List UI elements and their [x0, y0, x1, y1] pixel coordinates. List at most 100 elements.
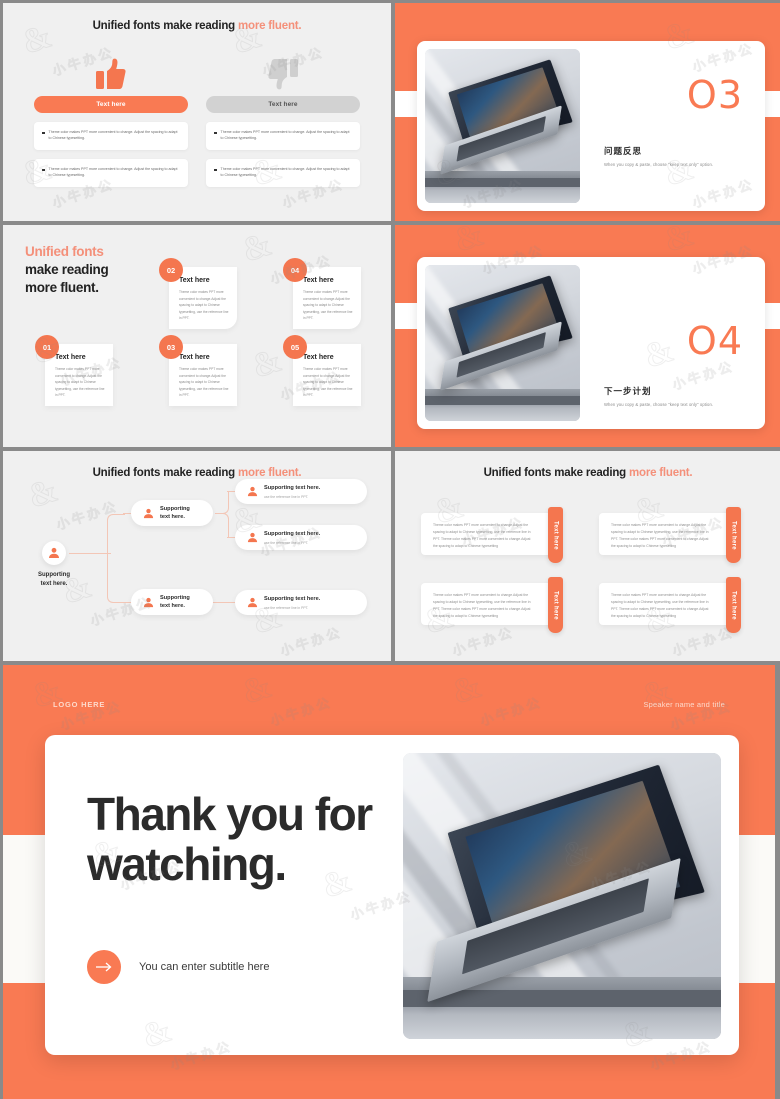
section-text-area: O4 下一步计划 When you copy & paste, choose "… [588, 257, 765, 429]
tree-connector [107, 553, 125, 603]
tree-connector [69, 553, 111, 554]
tree-branch-label: Supporting text here. [160, 594, 190, 609]
bullet-dot-icon [214, 168, 217, 171]
tree-leaf-sub: use the reference line in PPT. [264, 605, 309, 610]
headline-line-orange: Unified fonts [25, 244, 104, 259]
bullet-dot-icon [42, 168, 45, 171]
slide-thumbs-comparison[interactable]: & 小牛办公 & 小牛办公 & 小牛办公 & 小牛办公 Unified font… [3, 3, 391, 221]
tree-leaf-title: Supporting text here. [264, 596, 321, 603]
slide-title: Unified fonts make reading more fluent. [3, 20, 391, 32]
card-number-badge: 02 [159, 258, 183, 282]
text-block-tab[interactable]: Text here [726, 577, 741, 633]
watermark-text: 小牛办公 [268, 694, 335, 729]
text-block[interactable]: Theme color makes PPT more convenient to… [599, 577, 755, 633]
bullet-text: Theme color makes PPT more convenient to… [48, 130, 178, 141]
negative-pill-button[interactable]: Text here [206, 96, 360, 113]
slide-numbered-cards[interactable]: & 小牛办公 & 小牛办公 & 小牛办公 Unified fonts make … [3, 225, 391, 447]
section-number: O3 [686, 73, 743, 117]
tree-connector [227, 537, 235, 538]
card-body: Theme color makes PPT more convenient to… [179, 367, 229, 398]
tree-diagram: Supporting text here. Supporting text he… [3, 451, 391, 661]
text-block-tab-label: Text here [552, 590, 559, 620]
text-block-body-card: Theme color makes PPT more convenient to… [599, 583, 735, 625]
section-card: O3 问题反思 When you copy & paste, choose "k… [417, 41, 765, 211]
card-number-badge: 03 [159, 335, 183, 359]
slide-section-04[interactable]: & 小牛办公 & 小牛办公 & 小牛办公 [395, 225, 780, 447]
comparison-column-negative: Text here Theme color makes PPT more con… [206, 54, 360, 187]
slide-title-main: Unified fonts make reading [92, 20, 238, 32]
positive-pill-button[interactable]: Text here [34, 96, 188, 113]
section-text-area: O3 问题反思 When you copy & paste, choose "k… [588, 41, 765, 211]
card-number-badge: 04 [283, 258, 307, 282]
text-block-tab-label: Text here [730, 520, 737, 550]
text-block-body: Theme color makes PPT more convenient to… [433, 593, 531, 618]
logo-placeholder: LOGO HERE [53, 700, 106, 709]
text-block[interactable]: Theme color makes PPT more convenient to… [421, 507, 577, 563]
watermark-mark: & [237, 667, 277, 712]
comparison-columns: Text here Theme color makes PPT more con… [3, 54, 391, 187]
presentation-preview-page: & 小牛办公 & 小牛办公 & 小牛办公 & 小牛办公 Unified font… [0, 0, 780, 1099]
thank-you-title: Thank you for watching. [87, 788, 417, 890]
arrow-right-icon[interactable] [87, 950, 121, 984]
bullet-text: Theme color makes PPT more convenient to… [220, 167, 350, 178]
slide-thank-you[interactable]: & 小牛办公 & 小牛办公 & 小牛办公 & 小牛办公 & 小牛办公 & 小牛办… [3, 665, 775, 1099]
section-heading-cn: 下一步计划 [604, 386, 652, 396]
card-title: Text here [303, 277, 334, 284]
thank-you-subtitle: You can enter subtitle here [139, 961, 270, 973]
comparison-column-positive: Text here Theme color makes PPT more con… [34, 54, 188, 187]
slide-org-tree[interactable]: & 小牛办公 & 小牛办公 & 小牛办公 & 小牛办公 Unified font… [3, 451, 391, 661]
thank-you-card: Thank you for watching. You can enter su… [45, 735, 739, 1055]
thumbs-up-icon [34, 54, 188, 90]
text-block-tab[interactable]: Text here [726, 507, 741, 563]
tree-leaf-title: Supporting text here. [264, 531, 321, 538]
text-block-tab[interactable]: Text here [548, 507, 563, 563]
thank-you-title-line-2: watching. [87, 837, 287, 890]
watermark-mark: & [637, 671, 677, 716]
tree-leaf-sub: use the reference line in PPT. [264, 540, 309, 545]
text-block[interactable]: Theme color makes PPT more convenient to… [599, 507, 755, 563]
bullet-text: Theme color makes PPT more convenient to… [48, 167, 178, 178]
bullet-dot-icon [214, 131, 217, 134]
tree-leaf-sub: use the reference line in PPT. [264, 494, 309, 499]
tree-branch-node[interactable]: Supporting text here. [131, 500, 213, 526]
tree-leaf-node[interactable]: Supporting text here. use the reference … [235, 525, 367, 550]
card-body: Theme color makes PPT more convenient to… [303, 290, 353, 321]
text-block-tab-label: Text here [552, 520, 559, 550]
text-block-body: Theme color makes PPT more convenient to… [611, 593, 709, 618]
slide-title-highlight: more fluent. [237, 20, 302, 32]
tree-leaf-node[interactable]: Supporting text here. use the reference … [235, 590, 367, 615]
text-block-body: Theme color makes PPT more convenient to… [433, 523, 531, 548]
text-block-tab[interactable]: Text here [548, 577, 563, 633]
thank-you-title-line-1: Thank you for [87, 788, 373, 840]
slide-section-03[interactable]: & 小牛办公 & 小牛办公 & 小牛办公 [395, 3, 780, 221]
laptop-photo [403, 753, 721, 1039]
card-number-badge: 05 [283, 335, 307, 359]
tree-leaf-title: Supporting text here. [264, 485, 321, 492]
section-caption-en: When you copy & paste, choose "keep text… [604, 162, 714, 167]
tree-leaf-node[interactable]: Supporting text here. use the reference … [235, 479, 367, 504]
tree-connector [215, 513, 229, 537]
section-card: O4 下一步计划 When you copy & paste, choose "… [417, 257, 765, 429]
bullet-card: Theme color makes PPT more convenient to… [206, 122, 360, 150]
bullet-card: Theme color makes PPT more convenient to… [206, 159, 360, 187]
card-number-badge: 01 [35, 335, 59, 359]
text-block[interactable]: Theme color makes PPT more convenient to… [421, 577, 577, 633]
watermark-text: 小牛办公 [478, 694, 545, 729]
watermark-mark: & [449, 225, 489, 260]
card-title: Text here [303, 354, 334, 361]
speaker-name-label: Speaker name and title [643, 700, 725, 709]
tree-connector [107, 514, 125, 554]
tree-branch-label: Supporting text here. [160, 505, 190, 520]
thumbs-down-icon [206, 54, 360, 90]
bullet-text: Theme color makes PPT more convenient to… [220, 130, 350, 141]
bullet-card: Theme color makes PPT more convenient to… [34, 159, 188, 187]
watermark-mark: & [447, 667, 487, 712]
tree-branch-node[interactable]: Supporting text here. [131, 589, 213, 615]
watermark-mark: & [27, 671, 67, 716]
slide-text-blocks[interactable]: & 小牛办公 & 小牛办公 & 小牛办公 & 小牛办公 Unified font… [395, 451, 780, 661]
card-title: Text here [179, 354, 210, 361]
section-caption-en: When you copy & paste, choose "keep text… [604, 402, 714, 407]
section-heading-cn: 问题反思 [604, 146, 643, 156]
text-block-body-card: Theme color makes PPT more convenient to… [599, 513, 735, 555]
card-body: Theme color makes PPT more convenient to… [55, 367, 105, 398]
